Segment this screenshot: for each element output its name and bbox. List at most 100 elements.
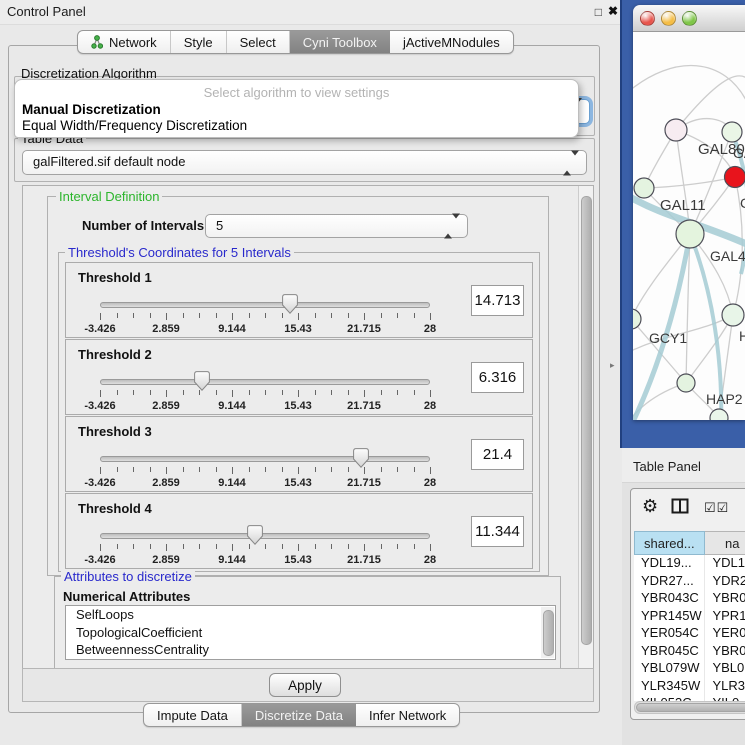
threshold-2-slider-thumb[interactable] xyxy=(194,371,210,391)
threshold-3-slider-track[interactable] xyxy=(100,456,430,462)
tick-label: 28 xyxy=(424,477,436,489)
network-node[interactable] xyxy=(633,309,641,329)
network-node[interactable] xyxy=(634,178,654,198)
table-cell[interactable]: YBR0 xyxy=(704,643,745,661)
threshold-1-slider-ticks xyxy=(100,313,430,321)
table-cell[interactable]: YLR345W xyxy=(634,678,704,696)
tab-jactivemnodules[interactable]: jActiveMNodules xyxy=(390,31,513,53)
network-canvas[interactable]: GAL80GACGAL11GAL4GCY1HHAP2 xyxy=(633,32,745,420)
table-cell[interactable]: YBL0 xyxy=(704,660,745,678)
gear-icon[interactable]: ⚙ xyxy=(642,496,658,517)
threshold-3-slider-thumb[interactable] xyxy=(353,448,369,468)
network-node[interactable] xyxy=(722,304,744,326)
threshold-2-label: Threshold 2 xyxy=(78,347,152,362)
tab-style[interactable]: Style xyxy=(171,31,227,53)
threshold-2-slider-track[interactable] xyxy=(100,379,430,385)
threshold-1-slider-track[interactable] xyxy=(100,302,430,308)
table-cell[interactable]: YPR1 xyxy=(704,608,745,626)
node-label-gcy1: GCY1 xyxy=(649,330,687,346)
apply-button[interactable]: Apply xyxy=(269,673,341,697)
column-layout-icon[interactable] xyxy=(671,498,689,514)
table-cell[interactable]: YDR27... xyxy=(634,573,704,591)
numerical-attributes-list[interactable]: SelfLoopsTopologicalCoefficientBetweenne… xyxy=(65,605,556,660)
threshold-4-slider-ticks xyxy=(100,544,430,552)
threshold-1-slider-thumb[interactable] xyxy=(282,294,298,314)
close-light-icon[interactable] xyxy=(640,11,655,26)
network-node[interactable] xyxy=(725,167,745,188)
threshold-panel-2: Threshold 2-3.4262.8599.14415.4321.71528… xyxy=(65,339,533,415)
network-graph: GAL80GACGAL11GAL4GCY1HHAP2 xyxy=(633,32,745,420)
network-window-titlebar xyxy=(633,5,745,32)
table-cell[interactable]: YBR045C xyxy=(634,643,704,661)
float-window-icon[interactable]: □ xyxy=(595,5,602,19)
attribute-item-selfloops[interactable]: SelfLoops xyxy=(66,606,555,624)
table-cell[interactable]: YLR3 xyxy=(704,678,745,696)
tick-label: 15.43 xyxy=(284,323,312,335)
table-row: YLR345WYLR3 xyxy=(634,678,745,696)
tab-impute-data[interactable]: Impute Data xyxy=(144,704,242,726)
network-edge-highlighted xyxy=(633,234,690,420)
table-cell[interactable]: YDR2 xyxy=(704,573,745,591)
table-row: YER054CYER0 xyxy=(634,625,745,643)
settings-vertical-scrollbar[interactable] xyxy=(578,186,593,669)
network-node[interactable] xyxy=(722,122,742,142)
threshold-2-value-field[interactable]: 6.316 xyxy=(471,362,524,393)
table-cell[interactable]: YDL19... xyxy=(634,555,704,573)
close-icon[interactable]: ✖ xyxy=(608,4,618,18)
node-label-h: H xyxy=(739,328,745,344)
tab-network[interactable]: Network xyxy=(78,31,171,53)
tab-cyni-toolbox[interactable]: Cyni Toolbox xyxy=(290,31,390,53)
zoom-light-icon[interactable] xyxy=(682,11,697,26)
table-data-combobox[interactable]: galFiltered.sif default node xyxy=(22,150,587,175)
tab-style-label: Style xyxy=(184,35,213,50)
table-cell[interactable]: YBR043C xyxy=(634,590,704,608)
control-panel-title: Control Panel xyxy=(7,4,86,19)
splitter-collapse-arrow[interactable]: ▸ xyxy=(610,360,615,371)
tick-label: 2.859 xyxy=(152,400,180,412)
threshold-3-value-field[interactable]: 21.4 xyxy=(471,439,524,470)
node-label-ga: GA xyxy=(733,145,745,161)
popup-item-manual-discretization[interactable]: Manual Discretization xyxy=(18,101,165,118)
tab-infer-network[interactable]: Infer Network xyxy=(356,704,459,726)
table-row: YBR045CYBR0 xyxy=(634,643,745,661)
network-node[interactable] xyxy=(677,374,695,392)
threshold-4-slider-thumb[interactable] xyxy=(247,525,263,545)
network-node[interactable] xyxy=(676,220,704,248)
tab-discretize-data-label: Discretize Data xyxy=(255,708,343,723)
table-panel-titlebar: Table Panel xyxy=(622,448,745,483)
algorithm-dropdown-popup: Select algorithm to view settings Manual… xyxy=(14,79,579,138)
table-cell[interactable]: YPR145W xyxy=(634,608,704,626)
column-header-na[interactable]: na xyxy=(705,531,745,555)
minimize-light-icon[interactable] xyxy=(661,11,676,26)
tick-label: 28 xyxy=(424,323,436,335)
network-edge xyxy=(644,177,735,188)
table-cell[interactable]: YDL1 xyxy=(704,555,745,573)
number-of-intervals-combobox[interactable]: 5 xyxy=(205,214,468,238)
threshold-4-slider-track[interactable] xyxy=(100,533,430,539)
tick-label: 28 xyxy=(424,400,436,412)
threshold-1-value-field[interactable]: 14.713 xyxy=(471,285,524,316)
tab-discretize-data[interactable]: Discretize Data xyxy=(242,704,356,726)
tab-jactivemnodules-label: jActiveMNodules xyxy=(403,35,500,50)
table-row: YBL079WYBL0 xyxy=(634,660,745,678)
table-cell[interactable]: YBL079W xyxy=(634,660,704,678)
threshold-4-value-field[interactable]: 11.344 xyxy=(471,516,524,547)
select-columns-icons[interactable]: ☑☑ xyxy=(704,500,729,516)
network-node[interactable] xyxy=(665,119,687,141)
attributes-list-scrollbar[interactable] xyxy=(541,607,554,658)
tick-label: -3.426 xyxy=(84,554,115,566)
attribute-item-betweennesscentrality[interactable]: BetweennessCentrality xyxy=(66,641,555,659)
popup-item-equal-width-frequency-discretization[interactable]: Equal Width/Frequency Discretization xyxy=(18,117,251,134)
thresholds-group: Threshold's Coordinates for 5 Intervals … xyxy=(58,252,540,572)
tab-impute-data-label: Impute Data xyxy=(157,708,228,723)
tick-label: -3.426 xyxy=(84,323,115,335)
tab-select[interactable]: Select xyxy=(227,31,290,53)
tab-network-label: Network xyxy=(109,35,157,50)
table-cell[interactable]: YBR0 xyxy=(704,590,745,608)
table-horizontal-scrollbar[interactable] xyxy=(634,701,745,714)
attribute-item-topologicalcoefficient[interactable]: TopologicalCoefficient xyxy=(66,624,555,642)
table-cell[interactable]: YER054C xyxy=(634,625,704,643)
column-header-shared[interactable]: shared... xyxy=(634,531,705,555)
tick-label: 15.43 xyxy=(284,400,312,412)
table-cell[interactable]: YER0 xyxy=(704,625,745,643)
